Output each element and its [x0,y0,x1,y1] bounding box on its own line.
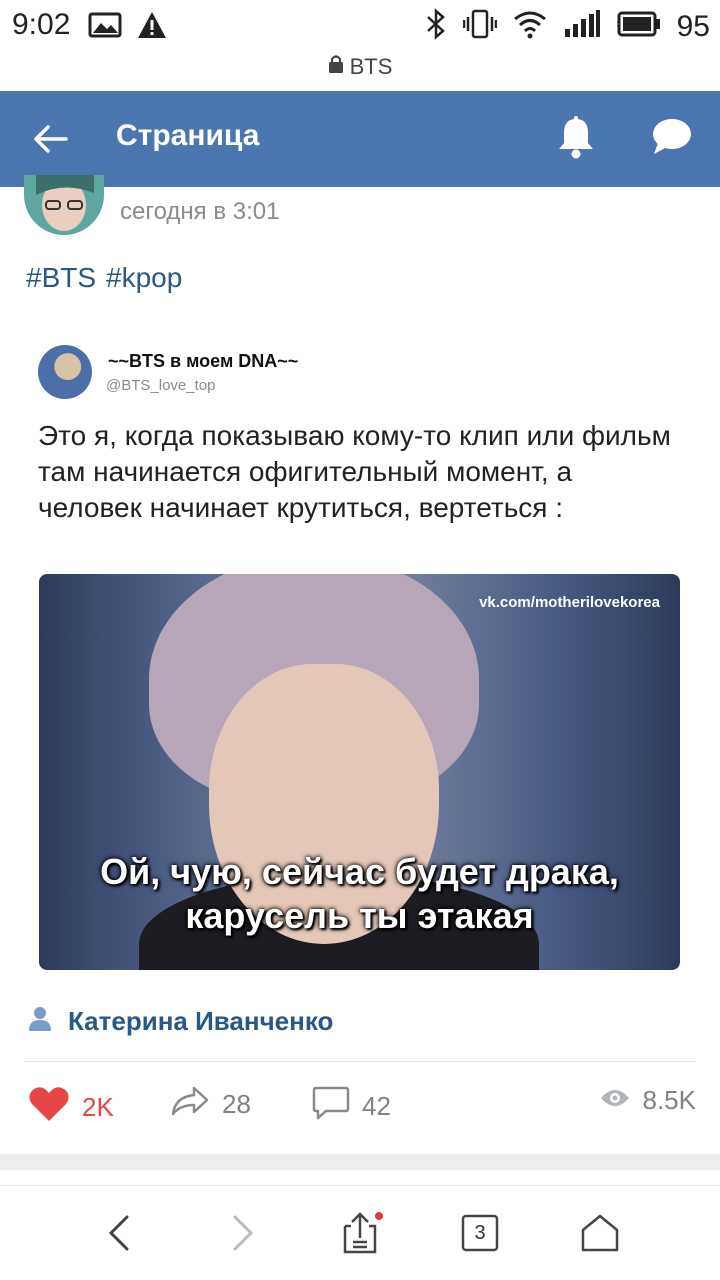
browser-tabs-button[interactable]: 3 [455,1208,505,1258]
person-icon [28,1006,52,1037]
vibrate-icon [462,8,497,45]
comment-count: 42 [362,1091,391,1121]
post-actions: 2K 28 42 8.5K [0,1085,720,1133]
browser-home-icon[interactable] [575,1208,625,1258]
battery-level: 95 [676,9,710,43]
source-author-name[interactable]: Катерина Иванченко [68,1006,333,1037]
share-button[interactable]: 28 [170,1085,251,1124]
meme-watermark: vk.com/motherilovekorea [479,594,660,611]
wifi-icon [513,9,547,44]
eye-icon [599,1085,631,1116]
url-domain: BTS [349,54,393,79]
meme-caption: Ой, чую, сейчас будет драка, карусель ты… [39,850,680,938]
share-count: 28 [222,1089,251,1119]
post-time: сегодня в 3:01 [120,198,280,225]
views-counter: 8.5K [599,1085,697,1116]
image-icon [88,11,122,44]
status-time: 9:02 [12,8,71,41]
meme-caption-line: Ой, чую, сейчас будет драка, [100,851,619,892]
comment-button[interactable]: 42 [312,1085,391,1128]
post-hashtags: #BTS #kpop [26,262,192,294]
page-title: Страница [116,119,260,152]
url-bar[interactable]: BTS [0,50,720,90]
feed-separator [0,1154,720,1170]
post-source[interactable]: Катерина Иванченко [28,1006,333,1037]
comment-icon [312,1085,350,1128]
battery-icon [617,10,661,43]
meme-caption-line: карусель ты этакая [185,895,534,936]
signal-icon [563,9,601,44]
browser-nav-bar: 3 [0,1185,720,1280]
browser-forward-icon[interactable] [217,1208,267,1258]
browser-back-icon[interactable] [95,1208,145,1258]
like-count: 2K [82,1092,114,1122]
status-bar: 9:02 95 [0,0,720,50]
app-header: Страница [0,91,720,187]
warning-icon [136,10,168,45]
share-arrow-icon [170,1085,210,1124]
hashtag-link[interactable]: #BTS [26,262,96,293]
lock-icon [328,54,344,80]
tweet-author-name: ~~BTS в моем DNA~~ [108,351,299,371]
hashtag-link[interactable]: #kpop [106,262,182,293]
tweet-avatar [38,345,92,399]
views-count: 8.5K [642,1085,697,1115]
post-author-avatar[interactable] [24,175,104,235]
meme-image[interactable]: vk.com/motherilovekorea Ой, чую, сейчас … [39,574,680,970]
notifications-bell-icon[interactable] [556,115,596,159]
messages-icon[interactable] [650,117,694,157]
tweet-text: Это я, когда показываю кому-то клип или … [38,420,671,523]
like-button[interactable]: 2K [28,1085,114,1130]
back-arrow-icon[interactable] [30,119,70,159]
heart-icon [28,1085,70,1130]
bluetooth-icon [425,8,447,45]
tweet-author-handle: @BTS_love_top [106,377,216,394]
browser-share-menu-icon[interactable] [335,1208,385,1258]
divider [24,1061,696,1062]
